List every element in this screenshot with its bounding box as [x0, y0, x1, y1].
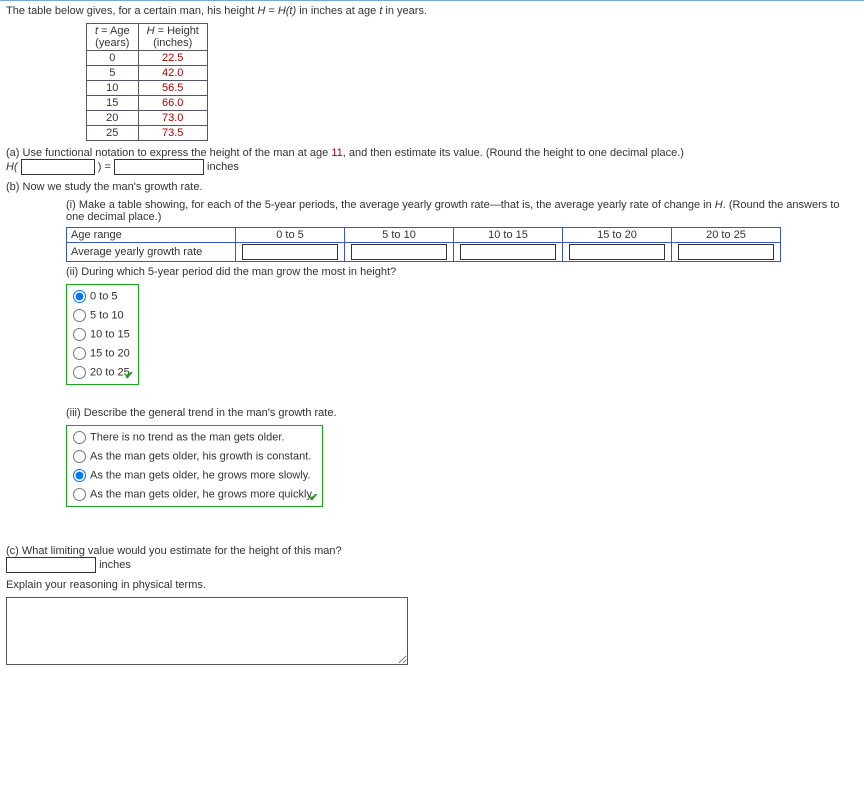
part-b-text: (b) Now we study the man's growth rate. — [6, 181, 858, 193]
explain-textarea[interactable] — [6, 597, 408, 665]
radio-bii-3[interactable] — [73, 347, 86, 360]
growth-input-1[interactable] — [351, 244, 447, 260]
growth-input-0[interactable] — [242, 244, 338, 260]
radio-biii-3[interactable] — [73, 488, 86, 501]
check-icon: ✔ — [309, 491, 318, 504]
radio-biii-0[interactable] — [73, 431, 86, 444]
a-input-arg[interactable] — [21, 159, 95, 175]
intro-text: The table below gives, for a certain man… — [6, 5, 858, 17]
part-b-ii-q: (ii) During which 5-year period did the … — [66, 266, 858, 278]
radio-biii-1[interactable] — [73, 450, 86, 463]
a-input-value[interactable] — [114, 159, 204, 175]
growth-input-4[interactable] — [678, 244, 774, 260]
check-icon: ✔ — [125, 369, 134, 382]
part-b-i: (i) Make a table showing, for each of th… — [66, 199, 858, 223]
part-a: (a) Use functional notation to express t… — [6, 147, 858, 175]
part-b-iii-q: (iii) Describe the general trend in the … — [66, 407, 858, 419]
growth-table: Age range 0 to 5 5 to 10 10 to 15 15 to … — [66, 227, 781, 262]
height-table: t = Age(years) H = Height(inches) 022.5 … — [86, 23, 208, 141]
part-b-ii-options: 0 to 5 5 to 10 10 to 15 15 to 20 20 to 2… — [66, 284, 139, 385]
growth-input-3[interactable] — [569, 244, 665, 260]
part-c-explain-label: Explain your reasoning in physical terms… — [6, 579, 858, 591]
part-b-iii-options: There is no trend as the man gets older.… — [66, 425, 323, 507]
part-c: (c) What limiting value would you estima… — [6, 545, 858, 573]
radio-biii-2[interactable] — [73, 469, 86, 482]
c-input-limit[interactable] — [6, 557, 96, 573]
radio-bii-0[interactable] — [73, 290, 86, 303]
radio-bii-2[interactable] — [73, 328, 86, 341]
radio-bii-1[interactable] — [73, 309, 86, 322]
radio-bii-4[interactable] — [73, 366, 86, 379]
growth-input-2[interactable] — [460, 244, 556, 260]
